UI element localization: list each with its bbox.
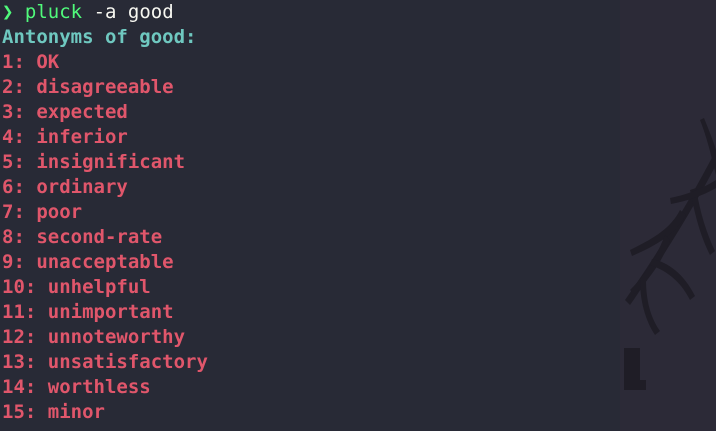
wallpaper-decoration xyxy=(620,0,716,431)
command-args: -a good xyxy=(93,1,174,23)
list-item: 2: disagreeable xyxy=(2,76,174,98)
list-item: 4: inferior xyxy=(2,126,128,148)
prompt-line: ❯ pluck -a good xyxy=(2,0,612,25)
list-item: 11: unimportant xyxy=(2,301,174,323)
output-header: Antonyms of good: xyxy=(2,26,197,48)
list-item: 8: second-rate xyxy=(2,226,163,248)
list-item: 13: unsatisfactory xyxy=(2,351,208,373)
command-name: pluck xyxy=(24,1,83,23)
prompt-chevron-icon: ❯ xyxy=(2,1,14,23)
list-item: 9: unacceptable xyxy=(2,251,174,273)
list-item: 7: poor xyxy=(2,201,83,223)
fern-leaf-icon xyxy=(624,118,716,390)
list-item: 15: minor xyxy=(2,401,105,423)
list-item: 12: unnoteworthy xyxy=(2,326,186,348)
list-item: 5: insignificant xyxy=(2,151,186,173)
list-item: 6: ordinary xyxy=(2,176,128,198)
list-item: 14: worthless xyxy=(2,376,151,398)
list-item: 1: OK xyxy=(2,51,60,73)
list-item: 3: expected xyxy=(2,101,128,123)
list-item: 10: unhelpful xyxy=(2,276,151,298)
terminal-output: ❯ pluck -a good Antonyms of good: 1: OK … xyxy=(2,0,612,425)
